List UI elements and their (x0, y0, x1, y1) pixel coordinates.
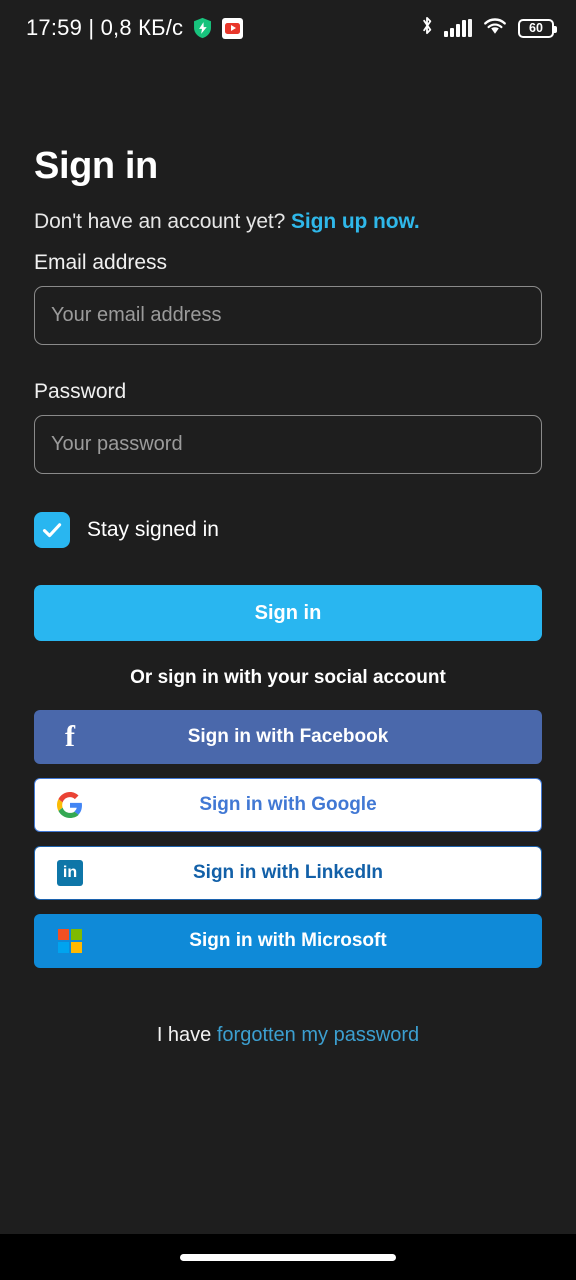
linkedin-icon: in (55, 858, 85, 888)
system-navigation-bar (0, 1234, 576, 1280)
stay-signed-in-label: Stay signed in (87, 518, 219, 541)
stay-signed-in-checkbox[interactable] (34, 512, 70, 548)
password-label: Password (34, 380, 127, 403)
facebook-button-label: Sign in with Facebook (187, 726, 389, 747)
sign-up-now-link[interactable]: Sign up now. (291, 210, 420, 233)
sign-in-with-microsoft-button[interactable]: Sign in with Microsoft (34, 914, 542, 968)
microsoft-icon (55, 926, 85, 956)
microsoft-button-label: Sign in with Microsoft (189, 930, 387, 951)
status-bar-left: 17:59 | 0,8 КБ/с (26, 15, 244, 41)
password-field[interactable] (34, 415, 542, 474)
status-clock-and-network-speed: 17:59 | 0,8 КБ/с (26, 15, 184, 40)
social-divider-text: Or sign in with your social account (130, 667, 446, 688)
signup-prompt-text: Don't have an account yet? (34, 210, 286, 233)
forgot-password-prefix: I have (156, 1024, 217, 1046)
forgot-password-row: I have forgotten my password (34, 1024, 542, 1047)
linkedin-button-label: Sign in with LinkedIn (193, 862, 383, 883)
forgot-password-link[interactable]: forgotten my password (217, 1024, 419, 1046)
sign-in-with-google-button[interactable]: Sign in with Google (34, 778, 542, 832)
home-gesture-indicator[interactable] (180, 1253, 396, 1261)
google-button-label: Sign in with Google (199, 794, 377, 815)
status-bar-right: 60 (420, 15, 557, 41)
stay-signed-in-row[interactable]: Stay signed in (34, 512, 542, 548)
bluetooth-icon (420, 15, 434, 41)
check-icon (42, 523, 62, 538)
youtube-icon (222, 17, 244, 39)
wifi-icon (482, 16, 508, 41)
facebook-icon: f (65, 720, 75, 753)
battery-icon: 60 (518, 18, 557, 38)
page-title: Sign in (34, 145, 158, 187)
status-bar: 17:59 | 0,8 КБ/с 60 (0, 0, 576, 56)
google-icon (55, 790, 85, 820)
email-field[interactable] (34, 286, 542, 345)
sign-in-button[interactable]: Sign in (34, 585, 542, 641)
signin-content: Sign in Don't have an account yet? Sign … (0, 56, 576, 1234)
sign-in-with-linkedin-button[interactable]: in Sign in with LinkedIn (34, 846, 542, 900)
signup-prompt-row: Don't have an account yet? Sign up now. (34, 210, 542, 234)
email-label: Email address (34, 251, 168, 274)
battery-percent-label: 60 (529, 20, 543, 35)
cellular-signal-icon (444, 19, 472, 37)
phone-screen: 17:59 | 0,8 КБ/с 60 Sign in Don't have a… (0, 0, 576, 1280)
shield-bolt-icon (192, 17, 213, 39)
sign-in-with-facebook-button[interactable]: f Sign in with Facebook (34, 710, 542, 764)
